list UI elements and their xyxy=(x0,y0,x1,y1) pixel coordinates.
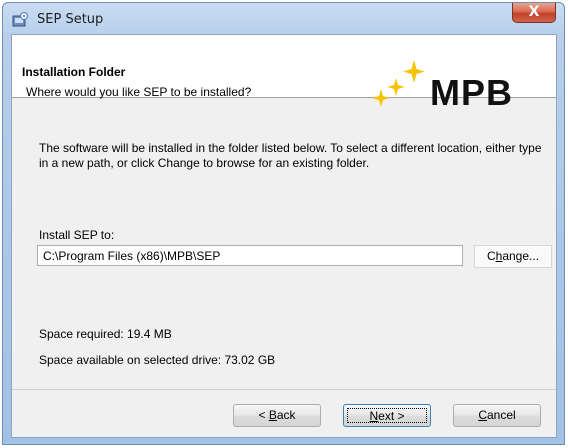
dialog-client-area: Installation Folder Where would you like… xyxy=(11,34,557,438)
next-focus-rect: Next > xyxy=(347,408,427,423)
window-title: SEP Setup xyxy=(37,12,104,27)
space-required-text: Space required: 19.4 MB xyxy=(39,327,172,341)
back-label-accel: B xyxy=(268,408,277,422)
header-banner: Installation Folder Where would you like… xyxy=(12,35,556,113)
back-button[interactable]: < Back xyxy=(233,404,321,427)
setup-app-icon xyxy=(12,12,28,27)
install-path-label: Install SEP to: xyxy=(39,228,115,242)
back-label-part: < xyxy=(258,408,269,422)
mpb-logo: MPB xyxy=(368,58,548,118)
next-label-rest: ext > xyxy=(378,409,405,423)
button-divider xyxy=(12,389,556,390)
close-button[interactable]: X xyxy=(512,3,556,23)
page-title: Installation Folder xyxy=(22,65,126,79)
setup-window: SEP Setup X Installation Folder Where wo… xyxy=(2,2,565,445)
next-button[interactable]: Next > xyxy=(343,404,431,427)
change-label-part: C xyxy=(486,249,496,263)
install-path-input[interactable]: C:\Program Files (x86)\MPB\SEP xyxy=(37,245,463,266)
cancel-label-accel: C xyxy=(478,408,487,422)
space-available-text: Space available on selected drive: 73.02… xyxy=(39,353,276,367)
change-button[interactable]: Change... xyxy=(474,245,552,268)
instructions-text: The software will be installed in the fo… xyxy=(39,141,542,170)
sparkle-stars-icon xyxy=(372,60,425,107)
cancel-label-rest: ancel xyxy=(486,408,516,422)
next-label-accel: N xyxy=(369,409,379,423)
change-label-rest: ange... xyxy=(502,249,540,263)
page-subtitle: Where would you like SEP to be installed… xyxy=(26,85,252,99)
cancel-button[interactable]: Cancel xyxy=(453,404,541,427)
back-label-rest: ack xyxy=(276,408,296,422)
close-icon: X xyxy=(528,4,540,20)
logo-text: MPB xyxy=(430,72,513,113)
